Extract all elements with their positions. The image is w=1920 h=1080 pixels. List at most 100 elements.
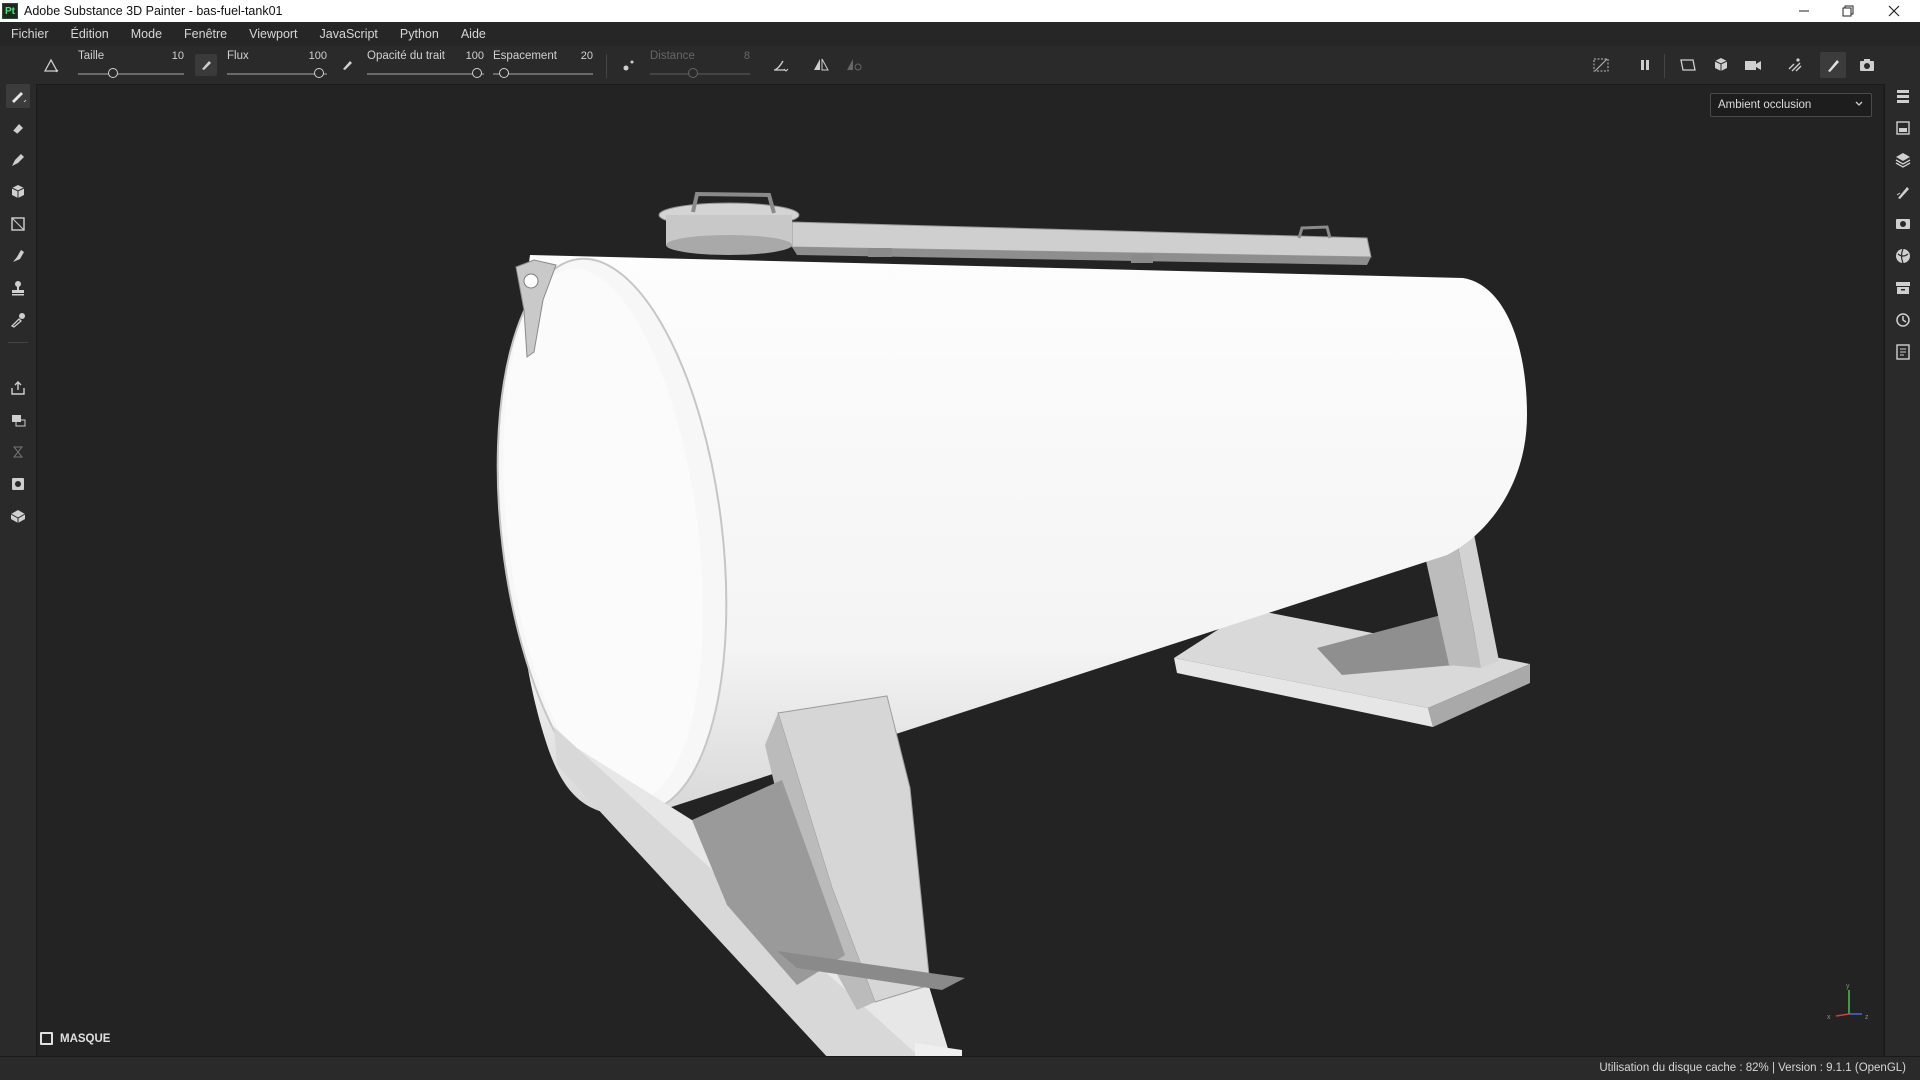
flow-track[interactable] bbox=[227, 73, 327, 75]
3d-viewport[interactable]: y x z bbox=[37, 85, 1883, 1056]
menu-aide[interactable]: Aide bbox=[450, 27, 497, 41]
distance-value[interactable]: 8 bbox=[744, 50, 750, 62]
clone-tool[interactable] bbox=[6, 276, 30, 300]
stroke-opacity-slider[interactable]: Opacité du trait 100 bbox=[367, 48, 484, 82]
alignment-button[interactable] bbox=[769, 54, 791, 76]
eraser-tool[interactable] bbox=[6, 116, 30, 140]
flow-value[interactable]: 100 bbox=[309, 50, 327, 62]
menu-javascript[interactable]: JavaScript bbox=[309, 27, 389, 41]
material-box-icon bbox=[10, 510, 26, 523]
materials-button[interactable] bbox=[6, 504, 30, 528]
display-icon bbox=[1896, 219, 1910, 229]
menu-python[interactable]: Python bbox=[389, 27, 450, 41]
size-label: Taille bbox=[78, 50, 105, 62]
brush-properties-icon bbox=[1896, 187, 1909, 199]
assets-button[interactable] bbox=[1891, 276, 1915, 300]
chevron-down-icon bbox=[1855, 101, 1863, 106]
stroke-opacity-value[interactable]: 100 bbox=[466, 50, 484, 62]
list-icon bbox=[1897, 90, 1909, 103]
title-bar: Pt Adobe Substance 3D Painter - bas-fuel… bbox=[0, 0, 1920, 22]
brush-icon bbox=[1828, 60, 1839, 72]
distance-label: Distance bbox=[650, 50, 695, 62]
distance-slider[interactable]: Distance 8 bbox=[650, 48, 750, 82]
size-pen-pressure-toggle[interactable] bbox=[195, 54, 217, 76]
flow-pen-pressure-toggle[interactable] bbox=[336, 54, 358, 76]
distance-track[interactable] bbox=[650, 73, 750, 75]
color-picker-tool[interactable] bbox=[6, 308, 30, 332]
spacing-slider[interactable]: Espacement 20 bbox=[493, 48, 593, 82]
window-title: Adobe Substance 3D Painter - bas-fuel-ta… bbox=[24, 4, 283, 18]
screenshot-button[interactable] bbox=[1856, 54, 1878, 76]
polygon-fill-tool[interactable] bbox=[6, 212, 30, 236]
toolbar-separator bbox=[606, 54, 607, 78]
viewport-frame-icon bbox=[1680, 59, 1696, 71]
texture-set-button[interactable] bbox=[6, 472, 30, 496]
settings-panel-icon bbox=[1896, 121, 1910, 135]
properties-button[interactable] bbox=[1891, 180, 1915, 204]
flow-label: Flux bbox=[227, 50, 249, 62]
mask-toggle[interactable]: MASQUE bbox=[40, 1032, 110, 1045]
mask-checkbox[interactable] bbox=[40, 1032, 53, 1045]
layers-icon bbox=[1895, 153, 1911, 168]
size-slider[interactable]: Taille 10 bbox=[78, 48, 184, 82]
hidden-eye-icon bbox=[1593, 58, 1609, 72]
restore-button[interactable] bbox=[1826, 0, 1870, 22]
export-icon bbox=[11, 381, 25, 395]
bake-mode-button[interactable] bbox=[1784, 54, 1806, 76]
lazy-mouse-toggle[interactable] bbox=[618, 54, 640, 76]
pause-engine-button[interactable] bbox=[1634, 54, 1656, 76]
globe-icon bbox=[1896, 248, 1910, 264]
spacing-value[interactable]: 20 bbox=[581, 50, 593, 62]
smudge-tool[interactable] bbox=[6, 244, 30, 268]
log-button[interactable] bbox=[1891, 340, 1915, 364]
projection-tool[interactable] bbox=[6, 148, 30, 172]
environment-button[interactable] bbox=[1891, 244, 1915, 268]
stroke-opacity-label: Opacité du trait bbox=[367, 50, 445, 62]
minimize-button[interactable] bbox=[1782, 0, 1826, 22]
distance-knob[interactable] bbox=[688, 68, 698, 78]
menu-viewport[interactable]: Viewport bbox=[238, 27, 308, 41]
menu-fenetre[interactable]: Fenêtre bbox=[173, 27, 238, 41]
status-text: Utilisation du disque cache : 82% | Vers… bbox=[1599, 1062, 1906, 1074]
stroke-opacity-track[interactable] bbox=[367, 73, 484, 75]
brush-preset-button[interactable] bbox=[40, 54, 62, 76]
symmetry-settings-button[interactable] bbox=[843, 54, 865, 76]
flow-knob[interactable] bbox=[314, 68, 324, 78]
size-track[interactable] bbox=[78, 73, 184, 75]
display-settings-button[interactable] bbox=[1891, 212, 1915, 236]
restore-icon bbox=[1842, 5, 1854, 17]
size-value[interactable]: 10 bbox=[172, 50, 184, 62]
export-button[interactable] bbox=[6, 376, 30, 400]
texture-set-list-button[interactable] bbox=[1891, 84, 1915, 108]
bake-textures-button[interactable] bbox=[6, 408, 30, 432]
display-3d-button[interactable] bbox=[1710, 54, 1732, 76]
pause-icon bbox=[1641, 60, 1649, 70]
view-mode-button[interactable] bbox=[1678, 54, 1700, 76]
menu-fichier[interactable]: Fichier bbox=[0, 27, 60, 41]
menu-edition[interactable]: Édition bbox=[60, 27, 120, 41]
paint-tool[interactable] bbox=[6, 84, 30, 108]
geometry-fill-tool[interactable] bbox=[6, 180, 30, 204]
flow-slider[interactable]: Flux 100 bbox=[227, 48, 327, 82]
stroke-opacity-knob[interactable] bbox=[472, 68, 482, 78]
channel-view-select[interactable]: Ambient occlusion bbox=[1710, 93, 1872, 117]
spacing-label: Espacement bbox=[493, 50, 557, 62]
hide-layers-toggle[interactable] bbox=[1590, 54, 1612, 76]
minimize-icon bbox=[1799, 10, 1809, 12]
paint-mode-button[interactable] bbox=[1820, 52, 1846, 78]
stamp-icon bbox=[12, 281, 24, 296]
fuel-tank-model[interactable] bbox=[37, 85, 1883, 1056]
close-button[interactable] bbox=[1872, 0, 1916, 22]
history-button[interactable] bbox=[1891, 308, 1915, 332]
size-knob[interactable] bbox=[108, 68, 118, 78]
bake-icon bbox=[1788, 58, 1802, 72]
camera-mode-button[interactable] bbox=[1742, 54, 1764, 76]
menu-mode[interactable]: Mode bbox=[120, 27, 173, 41]
uv-tool-button[interactable] bbox=[6, 440, 30, 464]
mask-label: MASQUE bbox=[60, 1032, 111, 1045]
symmetry-toggle[interactable] bbox=[810, 54, 832, 76]
status-bar: Utilisation du disque cache : 82% | Vers… bbox=[0, 1056, 1920, 1080]
layers-button[interactable] bbox=[1891, 148, 1915, 172]
texture-set-settings-button[interactable] bbox=[1891, 116, 1915, 140]
spacing-knob[interactable] bbox=[499, 68, 509, 78]
